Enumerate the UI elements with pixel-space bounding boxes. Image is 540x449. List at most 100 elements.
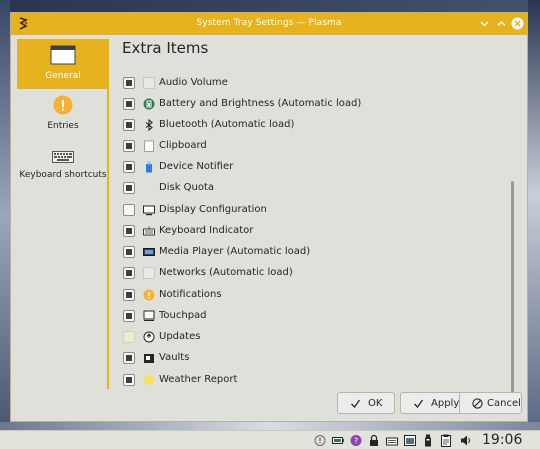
battery-icon (143, 98, 155, 110)
list-item-weather-report[interactable]: Weather Report (121, 370, 511, 390)
battery-icon[interactable] (332, 434, 344, 447)
page-title: Extra Items (122, 39, 209, 57)
vaults-icon (143, 352, 155, 364)
ok-button[interactable]: OK (337, 392, 395, 414)
cancel-button[interactable]: Cancel (459, 392, 522, 414)
checkbox[interactable] (123, 267, 135, 279)
item-label: Device Notifier (159, 161, 234, 172)
checkbox[interactable] (123, 374, 135, 386)
item-label: Keyboard Indicator (159, 225, 254, 236)
list-item-display-configuration[interactable]: Display Configuration (121, 200, 511, 220)
checkbox[interactable] (123, 140, 135, 152)
item-label: Display Configuration (159, 204, 267, 215)
bottom-panel: ? 19:06 (0, 430, 540, 449)
keyboard-icon[interactable] (386, 434, 398, 447)
list-item-vaults[interactable]: Vaults (121, 348, 511, 368)
item-label: Touchpad (159, 310, 207, 321)
list-item-disk-quota[interactable]: Disk Quota (121, 178, 511, 198)
lock-icon[interactable] (368, 434, 380, 447)
sidebar-item-general[interactable]: General (17, 39, 109, 89)
list-item-notifications[interactable]: Notifications (121, 285, 511, 305)
keyboard-icon (52, 151, 74, 163)
item-label: Notifications (159, 289, 222, 300)
sidebar-item-label: Keyboard shortcuts (19, 170, 107, 180)
checkbox[interactable] (123, 204, 135, 216)
list-item-touchpad[interactable]: Touchpad (121, 306, 511, 326)
checkbox[interactable] (123, 225, 135, 237)
title-bar[interactable]: System Tray Settings — Plasma (11, 13, 527, 35)
usb-icon[interactable] (422, 434, 434, 447)
checkbox[interactable] (123, 289, 135, 301)
sidebar: General Entries Keyboard shortcuts (17, 39, 109, 389)
checkbox[interactable] (123, 310, 135, 322)
help-icon[interactable]: ? (350, 434, 362, 447)
list-item-keyboard-indicator[interactable]: Keyboard Indicator (121, 221, 511, 241)
cancel-icon (472, 398, 483, 409)
check-icon (413, 398, 424, 409)
checkbox[interactable] (123, 331, 135, 343)
disk-quota-icon (143, 182, 155, 194)
notification-icon[interactable] (314, 434, 326, 447)
cancel-button-label: Cancel (487, 398, 521, 409)
sidebar-divider (107, 39, 109, 389)
maximize-button[interactable] (495, 17, 508, 30)
bluetooth-icon (143, 119, 155, 131)
item-label: Media Player (Automatic load) (159, 246, 311, 257)
item-label: Disk Quota (159, 182, 215, 193)
network-icon (143, 267, 155, 279)
info-icon (53, 95, 73, 115)
list-item-updates[interactable]: Updates (121, 327, 511, 347)
item-label: Clipboard (159, 140, 207, 151)
list-item-networks[interactable]: Networks (Automatic load) (121, 263, 511, 283)
media-player-icon (143, 246, 155, 258)
item-label: Weather Report (159, 374, 238, 385)
check-icon (350, 398, 361, 409)
list-item-media-player[interactable]: Media Player (Automatic load) (121, 242, 511, 262)
item-label: Audio Volume (159, 77, 228, 88)
list-scrollbar[interactable] (511, 181, 514, 393)
sidebar-item-entries[interactable]: Entries (17, 91, 109, 137)
item-label: Networks (Automatic load) (159, 267, 293, 278)
files-icon[interactable] (404, 434, 416, 447)
sidebar-item-keyboard-shortcuts[interactable]: Keyboard shortcuts (17, 143, 109, 189)
item-label: Vaults (159, 352, 190, 363)
desktop-background-right (528, 0, 540, 430)
desktop-background-bottom (0, 422, 540, 430)
device-icon (143, 161, 155, 173)
svg-text:?: ? (354, 437, 358, 446)
checkbox[interactable] (123, 119, 135, 131)
checkbox[interactable] (123, 182, 135, 194)
display-icon (143, 204, 155, 216)
clipboard-icon (143, 140, 155, 152)
weather-icon (143, 374, 155, 386)
clock[interactable]: 19:06 (482, 432, 522, 448)
item-label: Battery and Brightness (Automatic load) (159, 98, 362, 109)
settings-window: System Tray Settings — Plasma General En… (10, 12, 528, 422)
apply-button-label: Apply (431, 398, 460, 409)
window-icon (50, 45, 76, 65)
checkbox[interactable] (123, 161, 135, 173)
list-item-battery[interactable]: Battery and Brightness (Automatic load) (121, 94, 511, 114)
checkbox[interactable] (123, 77, 135, 89)
clipboard-icon[interactable] (440, 434, 452, 447)
list-item-audio-volume[interactable]: Audio Volume (121, 73, 511, 93)
updates-icon (143, 331, 155, 343)
list-item-clipboard[interactable]: Clipboard (121, 136, 511, 156)
sidebar-item-label: Entries (47, 121, 79, 131)
item-label: Updates (159, 331, 201, 342)
audio-icon (143, 77, 155, 89)
desktop-background-left (0, 0, 10, 430)
sidebar-item-label: General (45, 71, 81, 81)
audio-icon[interactable] (460, 434, 472, 447)
checkbox[interactable] (123, 246, 135, 258)
list-item-device-notifier[interactable]: Device Notifier (121, 157, 511, 177)
window-title: System Tray Settings — Plasma (196, 18, 342, 28)
checkbox[interactable] (123, 352, 135, 364)
touchpad-icon (143, 310, 155, 322)
keyboard-indicator-icon (143, 225, 155, 237)
item-label: Bluetooth (Automatic load) (159, 119, 295, 130)
minimize-button[interactable] (478, 17, 491, 30)
checkbox[interactable] (123, 98, 135, 110)
close-button[interactable] (511, 17, 524, 30)
list-item-bluetooth[interactable]: Bluetooth (Automatic load) (121, 115, 511, 135)
